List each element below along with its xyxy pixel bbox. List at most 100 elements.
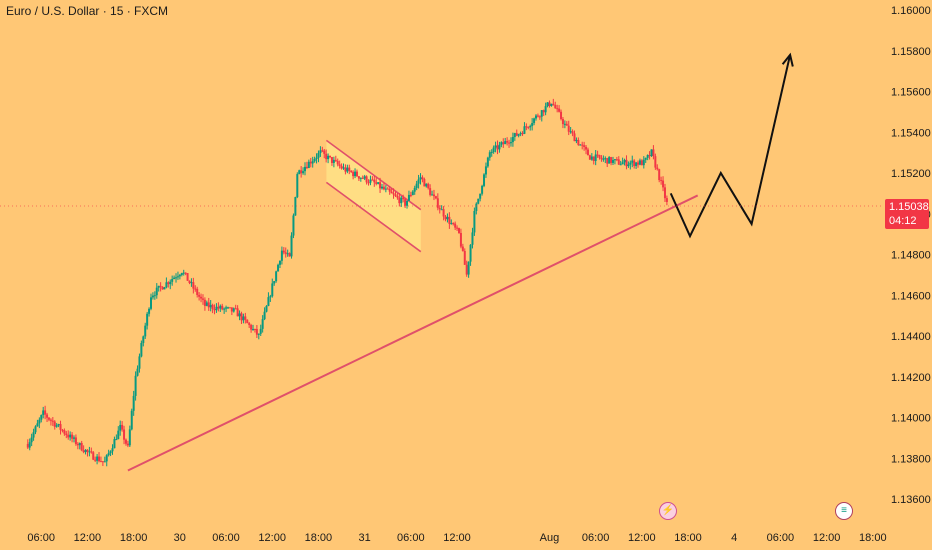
candle-body xyxy=(650,149,653,157)
time-tick-label: 06:00 xyxy=(212,532,240,544)
candle-body xyxy=(406,200,409,206)
candle-body xyxy=(38,419,41,424)
candle-body xyxy=(252,328,255,330)
candle-body xyxy=(483,174,486,186)
time-tick-label: 12:00 xyxy=(258,532,286,544)
candle-body xyxy=(382,186,385,190)
candle-body xyxy=(644,157,647,160)
candle-body xyxy=(434,196,437,199)
candle-body xyxy=(234,308,237,310)
candle-body xyxy=(627,164,630,167)
candle-body xyxy=(99,461,102,463)
price-tick-label: 1.13800 xyxy=(891,453,931,465)
candle-body xyxy=(51,420,54,422)
candle-body xyxy=(336,160,339,165)
candle-body xyxy=(363,176,366,179)
candle-body xyxy=(92,452,95,460)
candle-body xyxy=(325,153,328,160)
candle-body xyxy=(388,188,391,192)
time-tick-label: 12:00 xyxy=(813,532,841,544)
candle-body xyxy=(151,295,154,298)
candle-body xyxy=(438,207,441,210)
candle-body xyxy=(292,215,295,236)
lightning-icon[interactable]: ⚡ xyxy=(659,502,677,520)
candle-body xyxy=(496,145,499,150)
candle-body xyxy=(82,450,85,453)
candle-body xyxy=(313,159,316,162)
candle-body xyxy=(119,424,122,431)
candle-body xyxy=(200,296,203,299)
candle-body xyxy=(161,286,164,290)
candle-body xyxy=(456,227,459,229)
candle-body xyxy=(228,307,231,309)
bar-countdown: 04:12 xyxy=(889,215,917,227)
candle-body xyxy=(150,297,152,309)
candle-body xyxy=(63,430,66,434)
candle-body xyxy=(404,199,407,206)
candle-body xyxy=(305,166,308,168)
candle-body xyxy=(642,159,645,166)
candle-body xyxy=(169,281,172,285)
candle-body xyxy=(188,280,191,283)
candle-body xyxy=(454,223,457,228)
candle-body xyxy=(157,285,160,288)
candle-body xyxy=(386,188,389,190)
candle-body xyxy=(180,273,183,276)
candle-body xyxy=(533,118,536,124)
candle-body xyxy=(69,434,72,438)
candle-body xyxy=(481,185,484,194)
candle-body xyxy=(194,288,197,290)
candle-body xyxy=(656,167,659,170)
candle-body xyxy=(638,160,641,165)
candle-body xyxy=(278,260,281,265)
candle-body xyxy=(327,155,330,160)
time-tick-label: 06:00 xyxy=(767,532,795,544)
candle-body xyxy=(573,133,576,142)
candle-body xyxy=(490,152,493,154)
candle-body xyxy=(344,167,347,172)
candle-body xyxy=(436,198,439,208)
candle-body xyxy=(124,439,127,444)
candle-body xyxy=(602,158,605,160)
candle-body xyxy=(621,162,624,165)
candle-body xyxy=(529,125,532,128)
candle-body xyxy=(296,174,299,198)
candle-body xyxy=(558,108,561,112)
candle-body xyxy=(563,123,566,125)
candlestick-chart[interactable]: 1.16000 1.15800 1.15600 1.15400 1.15200 1.150… xyxy=(0,0,932,550)
candle-body xyxy=(450,223,453,225)
candle-body xyxy=(201,298,204,300)
candle-body xyxy=(65,433,68,435)
economic-event-icon[interactable]: ≡ xyxy=(835,502,853,520)
candle-body xyxy=(646,155,649,158)
candle-body xyxy=(488,152,491,158)
candle-body xyxy=(579,144,582,146)
candle-body xyxy=(329,155,332,158)
candle-body xyxy=(311,161,314,164)
candle-body xyxy=(477,198,480,204)
candle-body xyxy=(323,150,326,154)
candle-body xyxy=(596,154,599,156)
candle-body xyxy=(98,456,101,462)
time-tick-label: 06:00 xyxy=(27,532,55,544)
price-tick-label: 1.14800 xyxy=(891,250,931,262)
candle-body xyxy=(586,149,589,156)
candle-body xyxy=(361,177,364,179)
candle-body xyxy=(359,177,362,179)
candle-body xyxy=(473,210,476,233)
candle-body xyxy=(432,194,435,197)
symbol-title[interactable]: Euro / U.S. Dollar · 15 · FXCM xyxy=(6,4,168,18)
candle-body xyxy=(640,160,643,166)
candle-body xyxy=(302,171,305,174)
candle-body xyxy=(600,157,603,160)
candle-body xyxy=(567,125,570,132)
candle-body xyxy=(613,159,616,161)
candle-body xyxy=(30,437,33,443)
candle-body xyxy=(375,182,378,184)
candle-body xyxy=(409,194,412,196)
candle-body xyxy=(244,316,247,320)
candle-body xyxy=(463,250,466,265)
candle-body xyxy=(167,282,170,285)
candle-body xyxy=(134,375,137,396)
candle-body xyxy=(484,166,487,175)
